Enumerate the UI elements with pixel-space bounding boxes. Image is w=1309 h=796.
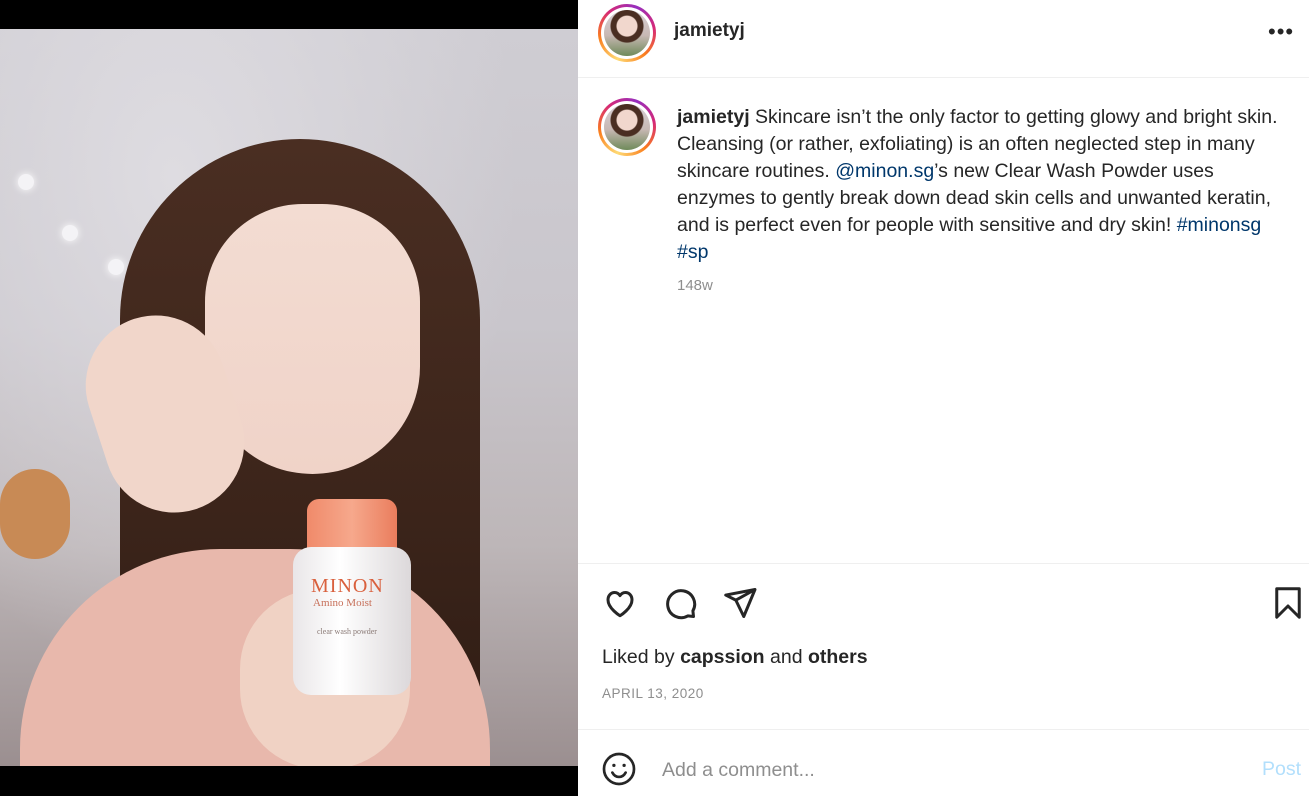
avatar-image <box>604 104 650 150</box>
bottle-brand: MINON <box>311 575 384 597</box>
post-date[interactable]: APRIL 13, 2020 <box>602 686 704 701</box>
more-options-icon[interactable]: ••• <box>1268 20 1298 44</box>
comment-bar: Post <box>578 729 1309 796</box>
bottle-body <box>293 547 411 695</box>
caption-avatar[interactable] <box>598 98 656 156</box>
emoji-icon[interactable] <box>600 750 638 788</box>
mention-link[interactable]: @minon.sg <box>835 160 934 182</box>
post-detail-panel: jamietyj ••• jamietyj Skincare isn’t the… <box>578 0 1309 796</box>
product-bottle: MINON Amino Moist clear wash powder <box>293 499 411 695</box>
post-media: MINON Amino Moist clear wash powder <box>0 0 578 796</box>
avatar[interactable] <box>598 4 656 62</box>
teddy-bear <box>0 469 70 559</box>
liked-by-and: and <box>764 646 808 668</box>
post-header: jamietyj ••• <box>578 0 1309 78</box>
post-caption: jamietyj Skincare isn’t the only factor … <box>677 104 1292 266</box>
hashtag-link[interactable]: #minonsg <box>1177 214 1262 236</box>
comment-input[interactable] <box>662 748 1222 792</box>
heart-icon[interactable] <box>601 584 639 622</box>
liked-by-user[interactable]: capssion <box>680 646 765 668</box>
bookmark-icon[interactable] <box>1269 584 1307 622</box>
bottle-subtitle: Amino Moist <box>313 597 372 609</box>
comment-icon[interactable] <box>661 584 699 622</box>
post-comment-button[interactable]: Post <box>1262 758 1301 781</box>
liked-by-others[interactable]: others <box>808 646 868 668</box>
bottle-small-text: clear wash powder <box>317 627 377 636</box>
liked-by-prefix: Liked by <box>602 646 681 668</box>
header-username[interactable]: jamietyj <box>674 20 745 42</box>
share-icon[interactable] <box>721 584 759 622</box>
caption-username[interactable]: jamietyj <box>677 106 750 128</box>
caption-area: jamietyj Skincare isn’t the only factor … <box>578 78 1309 564</box>
post-photo[interactable]: MINON Amino Moist clear wash powder <box>0 29 578 766</box>
time-ago[interactable]: 148w <box>677 277 713 294</box>
hashtag-link[interactable]: #sp <box>677 241 708 263</box>
likes-summary: Liked by capssion and others <box>602 646 868 669</box>
avatar-image <box>604 10 650 56</box>
action-bar <box>578 564 1309 642</box>
